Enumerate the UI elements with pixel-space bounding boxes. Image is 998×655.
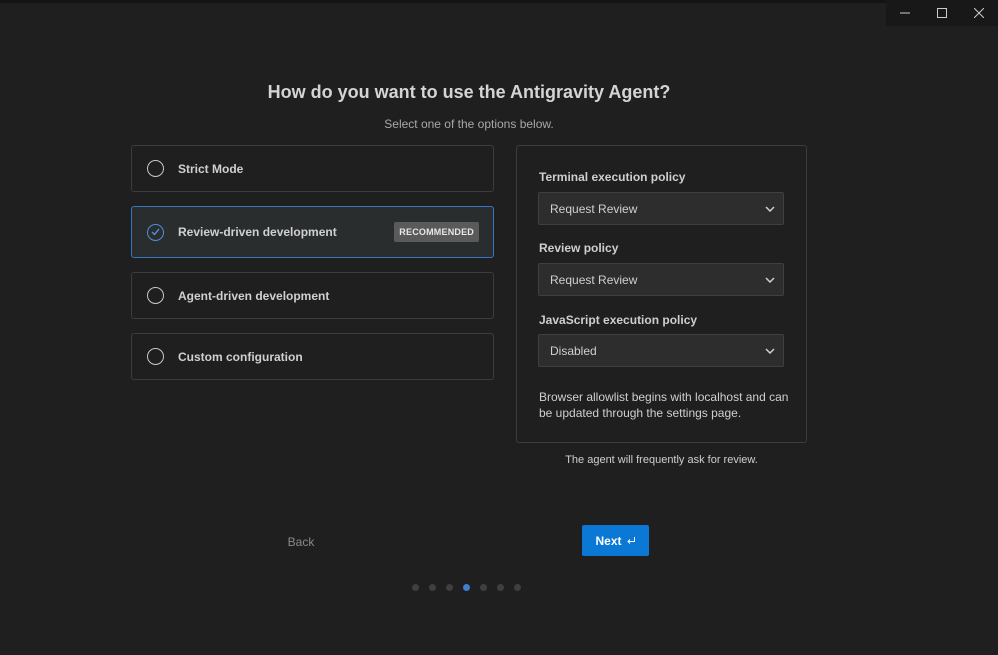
minimize-button[interactable]: [892, 2, 918, 24]
step-dot[interactable]: [429, 584, 436, 591]
option-agent-driven[interactable]: Agent-driven development: [131, 272, 494, 319]
option-custom-configuration[interactable]: Custom configuration: [131, 333, 494, 380]
option-review-driven[interactable]: Review-driven development RECOMMENDED: [131, 206, 494, 258]
close-icon: [974, 8, 985, 18]
browser-allowlist-note: Browser allowlist begins with localhost …: [539, 390, 789, 420]
minimize-icon: [899, 12, 910, 14]
step-dot[interactable]: [446, 584, 453, 591]
page-title: How do you want to use the Antigravity A…: [267, 82, 671, 102]
page-subtitle: Select one of the options below.: [384, 117, 554, 131]
back-button[interactable]: Back: [270, 530, 332, 554]
radio-checked-icon: [147, 223, 164, 241]
option-label: Review-driven development: [178, 225, 337, 239]
window-top-edge: [0, 0, 998, 3]
select-value: Disabled: [550, 343, 597, 358]
chevron-down-icon: [765, 347, 775, 354]
maximize-icon: [936, 8, 947, 18]
review-policy-label: Review policy: [539, 241, 619, 255]
step-dot-active[interactable]: [463, 584, 470, 591]
mode-description: The agent will frequently ask for review…: [565, 454, 758, 466]
terminal-policy-select[interactable]: Request Review: [538, 192, 784, 225]
js-policy-select[interactable]: Disabled: [538, 334, 784, 367]
select-value: Request Review: [550, 201, 638, 216]
step-dot[interactable]: [480, 584, 487, 591]
radio-icon: [147, 160, 164, 177]
window-controls: [886, 0, 998, 26]
chevron-down-icon: [765, 205, 775, 212]
close-window-button[interactable]: [966, 2, 992, 24]
step-dot[interactable]: [514, 584, 521, 591]
radio-icon: [147, 287, 164, 304]
next-button[interactable]: Next: [582, 525, 649, 556]
step-dot[interactable]: [497, 584, 504, 591]
step-indicator: [412, 584, 521, 591]
option-strict-mode[interactable]: Strict Mode: [131, 145, 494, 192]
option-label: Agent-driven development: [178, 288, 330, 303]
option-label: Strict Mode: [178, 161, 244, 176]
js-policy-label: JavaScript execution policy: [539, 313, 698, 327]
recommended-badge: RECOMMENDED: [394, 222, 479, 242]
next-label: Next: [595, 533, 622, 548]
select-value: Request Review: [550, 272, 638, 287]
enter-key-icon: [626, 537, 635, 544]
terminal-policy-label: Terminal execution policy: [539, 170, 686, 184]
radio-icon: [147, 348, 164, 365]
option-label: Custom configuration: [178, 349, 303, 364]
policy-panel: Terminal execution policy Request Review…: [516, 145, 807, 443]
chevron-down-icon: [765, 276, 775, 283]
step-dot[interactable]: [412, 584, 419, 591]
review-policy-select[interactable]: Request Review: [538, 263, 784, 296]
maximize-button[interactable]: [929, 2, 955, 24]
